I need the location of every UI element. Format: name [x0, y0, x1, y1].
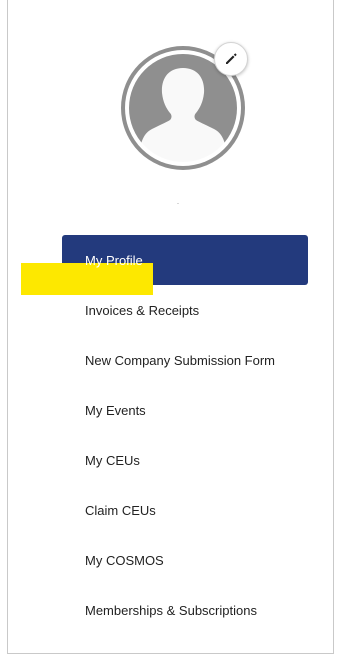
- nav-item-label: Memberships & Subscriptions: [85, 602, 257, 618]
- claim-ceus-highlight: [21, 263, 153, 295]
- profile-name-placeholder: [177, 203, 179, 204]
- nav-item-memberships-subscriptions[interactable]: Memberships & Subscriptions: [62, 585, 308, 635]
- nav-item-label: New Company Submission Form: [85, 352, 276, 368]
- nav-item-label: My COSMOS: [85, 552, 164, 568]
- nav-item-label: My Profile: [85, 252, 143, 268]
- pencil-icon: [226, 53, 237, 64]
- profile-sidebar: My Profile Invoices & Receipts New Compa…: [7, 0, 334, 654]
- nav-item-label: My CEUs: [85, 452, 140, 468]
- nav-item-new-company-submission-form[interactable]: New Company Submission Form: [62, 335, 308, 385]
- nav-item-my-ceus[interactable]: My CEUs: [62, 435, 308, 485]
- avatar-container: [121, 42, 248, 170]
- nav-item-claim-ceus[interactable]: Claim CEUs: [62, 485, 308, 535]
- nav-item-label: My Events: [85, 402, 146, 418]
- profile-nav: My Profile Invoices & Receipts New Compa…: [62, 235, 308, 635]
- nav-item-label: Invoices & Receipts: [85, 302, 200, 318]
- nav-item-my-cosmos[interactable]: My COSMOS: [62, 535, 308, 585]
- nav-item-my-events[interactable]: My Events: [62, 385, 308, 435]
- nav-item-label: Claim CEUs: [85, 502, 156, 518]
- edit-avatar-button[interactable]: [214, 42, 248, 76]
